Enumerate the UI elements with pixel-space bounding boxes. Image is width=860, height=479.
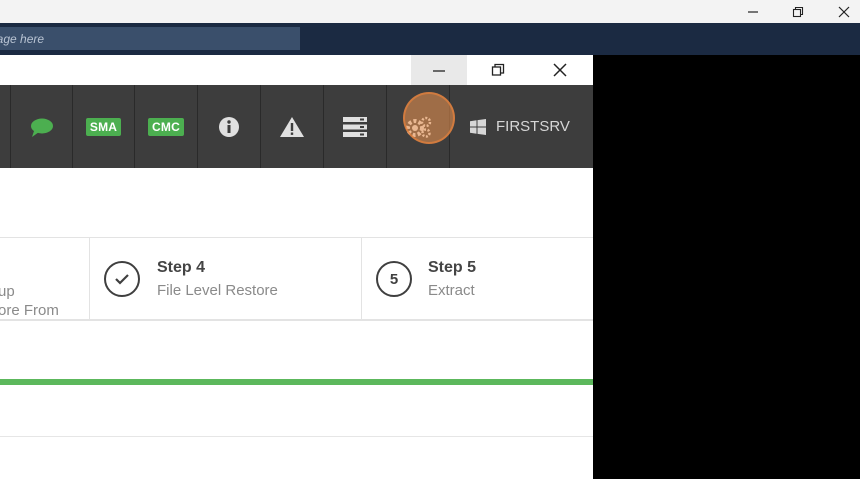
restore-icon (792, 6, 804, 17)
os-restore-button[interactable] (776, 0, 820, 23)
step-5[interactable]: 5 Step 5 Extract (362, 238, 593, 320)
chat-button[interactable] (10, 85, 72, 168)
step-4-subtitle: File Level Restore (157, 282, 278, 299)
app-window: SMA CMC FIRSTSRV up ore From Step 4 File… (0, 55, 593, 479)
sma-badge: SMA (85, 117, 122, 136)
step-3-title: up (0, 283, 15, 300)
os-close-button[interactable] (822, 0, 860, 23)
app-restore-button[interactable] (473, 55, 523, 85)
close-icon (553, 63, 567, 77)
server-list-icon (343, 116, 367, 137)
server-name: FIRSTSRV (496, 118, 570, 135)
message-input[interactable] (0, 27, 300, 50)
step-5-circle: 5 (376, 261, 412, 297)
checkmark-icon (115, 274, 129, 285)
app-close-button[interactable] (535, 55, 585, 85)
server-selector[interactable]: FIRSTSRV (449, 85, 593, 168)
app-minimize-button[interactable] (414, 55, 464, 85)
cmc-button[interactable]: CMC (134, 85, 197, 168)
wizard-steps: up ore From Step 4 File Level Restore 5 … (0, 237, 593, 321)
section-divider (0, 436, 593, 437)
close-icon (838, 6, 850, 17)
step-5-number: 5 (389, 270, 399, 288)
os-titlebar (0, 0, 860, 23)
settings-button[interactable] (386, 85, 449, 168)
warning-button[interactable] (260, 85, 323, 168)
step-3[interactable]: up ore From (0, 238, 90, 320)
step-4-title: Step 4 (157, 259, 206, 276)
toolbar-edge (0, 85, 10, 168)
warning-icon (280, 116, 304, 137)
cmc-badge: CMC (148, 117, 184, 136)
os-minimize-button[interactable] (731, 0, 775, 23)
step-4-circle (104, 261, 140, 297)
minimize-icon (433, 70, 445, 72)
progress-bar (0, 379, 593, 385)
step-5-title: Step 5 (428, 259, 477, 276)
restore-icon (491, 63, 505, 76)
step-4[interactable]: Step 4 File Level Restore (90, 238, 362, 320)
info-icon (219, 116, 239, 137)
message-bar (0, 23, 860, 55)
info-button[interactable] (197, 85, 260, 168)
minimize-icon (748, 10, 758, 13)
step-5-subtitle: Extract (428, 282, 475, 299)
step-3-subtitle: ore From (0, 302, 59, 319)
sma-button[interactable]: SMA (72, 85, 134, 168)
windows-icon (470, 118, 486, 135)
server-list-button[interactable] (323, 85, 386, 168)
app-titlebar (0, 55, 593, 85)
gears-icon (406, 116, 432, 138)
main-toolbar: SMA CMC FIRSTSRV (0, 85, 593, 168)
chat-bubble-icon (30, 118, 53, 137)
